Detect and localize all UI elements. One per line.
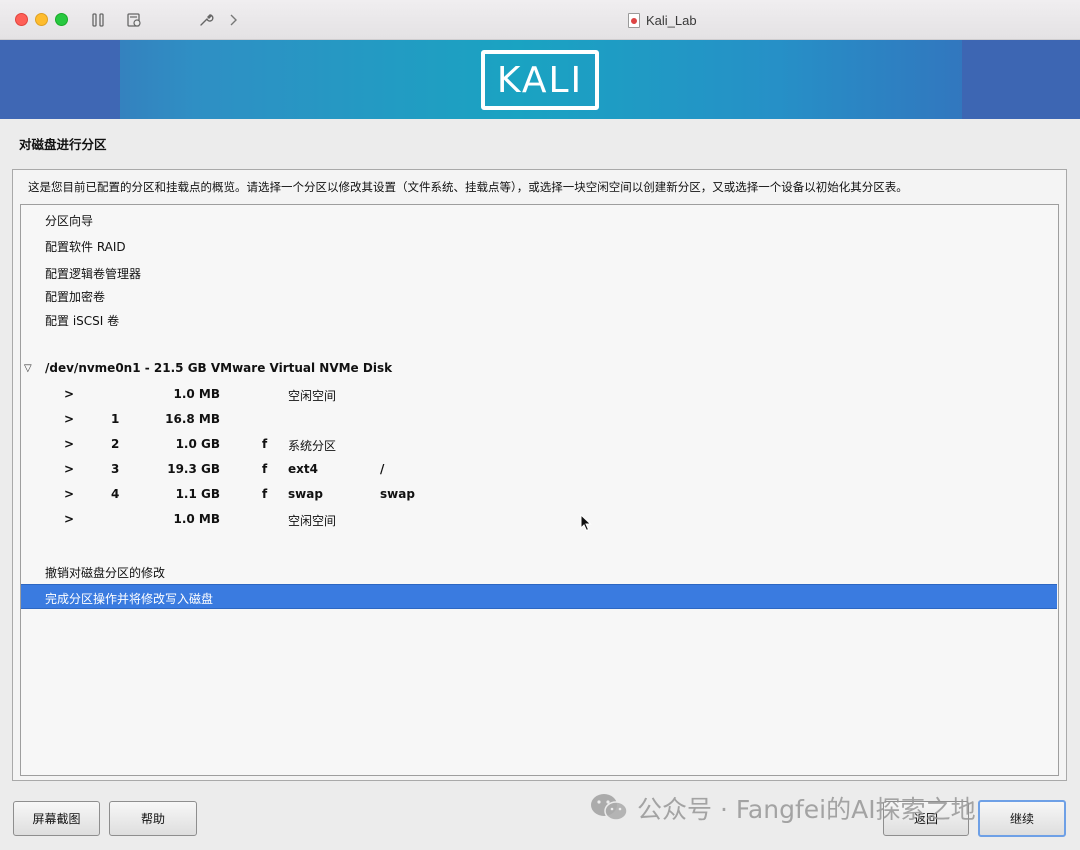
finish-partitioning-label: 完成分区操作并将修改写入磁盘 (45, 592, 214, 606)
watermark: 公众号 · Fangfei的AI探索之地 (589, 790, 976, 826)
document-icon (628, 12, 640, 28)
partition-flag: f (262, 437, 268, 451)
window-title: Kali_Lab (628, 10, 697, 30)
finish-partitioning-selected[interactable]: 完成分区操作并将修改写入磁盘 (21, 584, 1057, 609)
page-description: 这是您目前已配置的分区和挂载点的概览。请选择一个分区以修改其设置（文件系统、挂载… (28, 180, 908, 194)
undo-partition-changes[interactable]: 撤销对磁盘分区的修改 (45, 564, 165, 581)
wrench-icon[interactable] (196, 10, 216, 30)
mouse-cursor-icon (580, 513, 592, 536)
disk-device[interactable]: /dev/nvme0n1 - 21.5 GB VMware Virtual NV… (45, 361, 392, 375)
menu-item-guided-partitioning[interactable]: 分区向导 (45, 212, 93, 229)
banner-left-panel (0, 40, 120, 119)
partition-row[interactable]: > 1 16.8 MB (22, 410, 1052, 430)
partition-size: 19.3 GB (167, 462, 220, 476)
chevron-right-icon[interactable] (223, 10, 243, 30)
partition-number: 1 (111, 412, 120, 426)
partition-mount: / (380, 462, 385, 476)
menu-item-encrypted-volumes[interactable]: 配置加密卷 (45, 288, 105, 305)
row-arrow: > (64, 462, 75, 476)
menu-item-software-raid[interactable]: 配置软件 RAID (45, 238, 126, 255)
partition-row[interactable]: > 3 19.3 GB f ext4 / (22, 460, 1052, 480)
kali-logo: KALI (481, 50, 599, 110)
minimize-window-button[interactable] (35, 13, 48, 26)
partition-size: 16.8 MB (165, 412, 220, 426)
menu-item-lvm[interactable]: 配置逻辑卷管理器 (45, 265, 141, 282)
help-button[interactable]: 帮助 (109, 801, 197, 836)
banner-right-panel (962, 40, 1080, 119)
partition-flag: f (262, 462, 268, 476)
partition-row[interactable]: > 1.0 MB 空闲空间 (22, 510, 1052, 530)
snapshot-icon[interactable] (124, 10, 144, 30)
partition-size: 1.0 MB (173, 387, 220, 401)
kali-logo-text: KALI (496, 59, 584, 101)
partition-type: 系统分区 (288, 439, 337, 453)
menu-item-iscsi[interactable]: 配置 iSCSI 卷 (45, 312, 119, 329)
zoom-window-button[interactable] (55, 13, 68, 26)
row-arrow: > (64, 437, 75, 451)
partition-row[interactable]: > 4 1.1 GB f swap swap (22, 485, 1052, 505)
partition-number: 4 (111, 487, 120, 501)
partition-mount: swap (380, 487, 415, 501)
partition-size: 1.0 GB (175, 437, 220, 451)
watermark-text: 公众号 · Fangfei的AI探索之地 (637, 795, 976, 824)
pause-icon[interactable] (88, 10, 108, 30)
row-arrow: > (64, 412, 75, 426)
screenshot-button[interactable]: 屏幕截图 (13, 801, 100, 836)
window-title-text: Kali_Lab (646, 12, 697, 28)
expand-triangle-icon[interactable]: ▽ (24, 363, 36, 375)
partition-type: 空闲空间 (288, 514, 337, 528)
row-arrow: > (64, 387, 75, 401)
partition-row[interactable]: > 2 1.0 GB f 系统分区 (22, 435, 1052, 455)
kali-banner: KALI (0, 40, 1080, 119)
row-arrow: > (64, 487, 75, 501)
window-titlebar: Kali_Lab (0, 0, 1080, 40)
page-title: 对磁盘进行分区 (19, 137, 107, 152)
wechat-icon (589, 792, 629, 824)
partition-size: 1.0 MB (173, 512, 220, 526)
partition-type: swap (288, 487, 323, 501)
partition-size: 1.1 GB (175, 487, 220, 501)
row-arrow: > (64, 512, 75, 526)
partition-number: 2 (111, 437, 120, 451)
close-window-button[interactable] (15, 13, 28, 26)
partition-type: 空闲空间 (288, 389, 337, 403)
partition-row[interactable]: > 1.0 MB 空闲空间 (22, 385, 1052, 405)
partition-type: ext4 (288, 462, 318, 476)
continue-button[interactable]: 继续 (978, 800, 1066, 837)
partition-flag: f (262, 487, 268, 501)
partition-number: 3 (111, 462, 120, 476)
